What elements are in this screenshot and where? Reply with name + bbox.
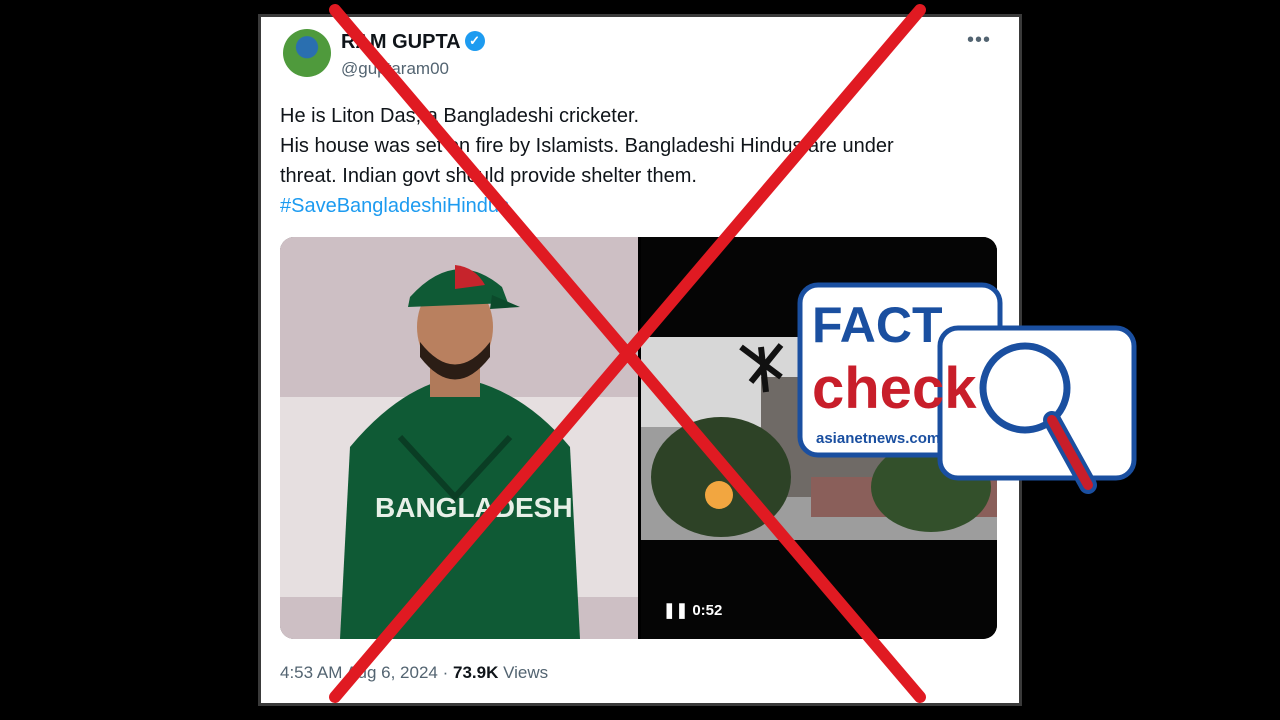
tweet-text-line: threat. Indian govt should provide shelt… <box>280 165 697 187</box>
more-options-icon[interactable]: ••• <box>967 29 991 52</box>
brand-label: asianetnews.com <box>816 430 940 447</box>
tweet-time[interactable]: 4:53 AM <box>280 663 342 682</box>
verified-icon: ✓ <box>464 31 485 51</box>
tweet-text-line: His house was set on fire by Islamists. … <box>280 135 894 157</box>
views-count: 73.9K <box>453 663 499 682</box>
tweet-text: He is Liton Das, a Bangladeshi cricketer… <box>280 101 980 221</box>
hashtag-link[interactable]: #SaveBangladeshiHindus <box>280 191 980 221</box>
cricketer-photo[interactable]: BANGLADESH <box>280 237 638 639</box>
tweet-text-line: He is Liton Das, a Bangladeshi cricketer… <box>280 105 640 127</box>
author-name[interactable]: RAM GUPTA ✓ <box>341 31 485 54</box>
video-duration: ❚❚ 0:52 <box>663 601 722 619</box>
check-label: check <box>812 356 977 421</box>
tweet-date[interactable]: Aug 6, 2024 <box>346 663 438 682</box>
tweet-meta: 4:53 AM Aug 6, 2024 · 73.9K Views <box>280 663 548 683</box>
fact-label: FACT <box>812 297 943 353</box>
video-duration-text: 0:52 <box>692 602 723 619</box>
author-name-text: RAM GUPTA <box>341 31 461 53</box>
avatar[interactable] <box>283 29 331 77</box>
jersey-text: BANGLADESH <box>375 492 573 523</box>
pause-icon[interactable]: ❚❚ <box>663 602 688 619</box>
author-handle[interactable]: @guptaram00 <box>341 59 449 79</box>
views-label: Views <box>503 663 549 682</box>
meta-separator: · <box>442 663 449 682</box>
fact-check-logo: FACT check asianetnews.com <box>790 280 1140 520</box>
